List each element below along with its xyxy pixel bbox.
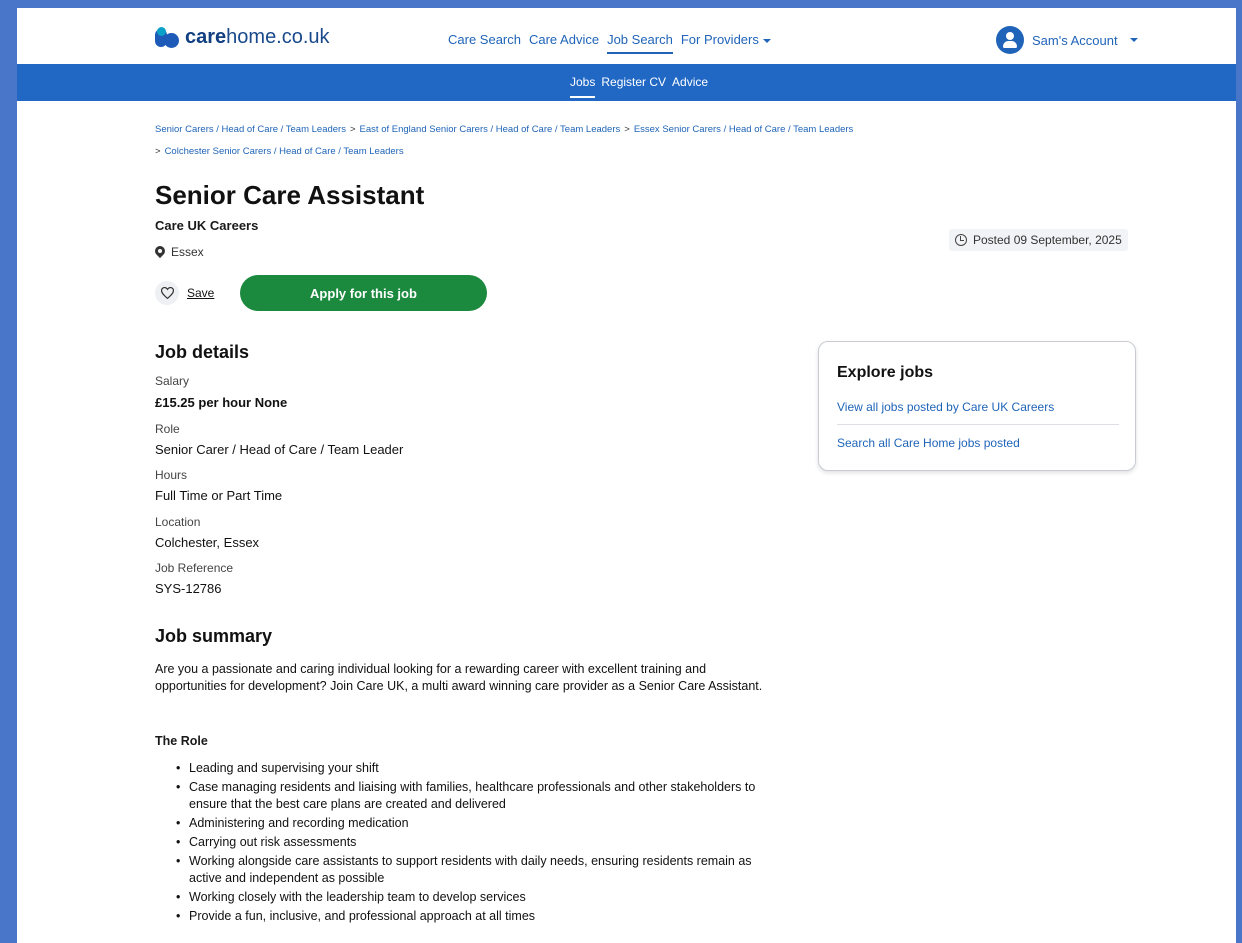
nav-link-for-providers[interactable]: For Providers xyxy=(681,32,771,47)
nav-link-care-advice[interactable]: Care Advice xyxy=(529,32,599,47)
job-location-text: Essex xyxy=(171,245,204,259)
list-item: Working alongside care assistants to sup… xyxy=(176,853,776,887)
hours-value: Full Time or Part Time xyxy=(155,488,283,503)
subnav-link-register-cv[interactable]: Register CV xyxy=(601,75,666,89)
hours-label: Hours xyxy=(155,468,188,482)
list-item: Administering and recording medication xyxy=(176,815,776,832)
role-subheading: The Role xyxy=(155,734,208,748)
posted-date-badge: Posted 09 September, 2025 xyxy=(949,229,1128,251)
posted-date-text: Posted 09 September, 2025 xyxy=(973,233,1122,247)
map-pin-icon xyxy=(155,246,165,259)
job-location: Essex xyxy=(155,245,204,259)
job-reference-label: Job Reference xyxy=(155,561,234,575)
explore-jobs-title: Explore jobs xyxy=(837,364,934,381)
save-job-button[interactable]: Save xyxy=(155,281,214,305)
company-name: Care UK Careers xyxy=(155,218,259,233)
for-providers-label: For Providers xyxy=(680,32,759,47)
page-frame: carehome.co.uk Care Search Care Advice J… xyxy=(17,8,1236,943)
location-label: Location xyxy=(155,515,201,529)
nav-link-care-search[interactable]: Care Search xyxy=(448,32,521,47)
top-navigation: carehome.co.uk Care Search Care Advice J… xyxy=(17,8,1236,64)
account-label: Sam's Account xyxy=(1032,32,1118,48)
sub-navigation: Jobs Register CV Advice xyxy=(17,64,1236,101)
save-label: Save xyxy=(187,286,215,300)
divider xyxy=(837,424,1119,425)
list-item: Provide a fun, inclusive, and profession… xyxy=(176,908,776,925)
list-item: Carrying out risk assessments xyxy=(176,834,776,851)
heart-icon xyxy=(155,281,179,305)
apply-button[interactable]: Apply for this job xyxy=(240,275,487,311)
logo-text-rest: home.co.uk xyxy=(226,26,330,48)
role-label: Role xyxy=(155,422,180,436)
chevron-down-icon xyxy=(762,38,771,43)
search-all-jobs-link[interactable]: Search all Care Home jobs posted xyxy=(837,436,1020,450)
breadcrumb-link[interactable]: Colchester Senior Carers / Head of Care … xyxy=(165,146,404,157)
subnav-link-jobs[interactable]: Jobs xyxy=(570,75,596,98)
location-value: Colchester, Essex xyxy=(155,535,260,550)
user-avatar-icon xyxy=(996,26,1024,54)
list-item: Leading and supervising your shift xyxy=(176,760,776,777)
chevron-down-icon xyxy=(1129,38,1138,42)
role-responsibilities-list: Leading and supervising your shift Case … xyxy=(176,760,776,927)
breadcrumb-link[interactable]: Senior Carers / Head of Care / Team Lead… xyxy=(155,124,346,135)
breadcrumb: Senior Carers / Head of Care / Team Lead… xyxy=(155,119,1055,163)
job-title: Senior Care Assistant xyxy=(155,180,425,210)
logo-text-care: care xyxy=(185,26,227,48)
job-reference-value: SYS-12786 xyxy=(155,581,222,596)
logo-mark-icon xyxy=(155,26,181,49)
job-summary-text: Are you a passionate and caring individu… xyxy=(155,662,763,693)
role-value: Senior Carer / Head of Care / Team Leade… xyxy=(155,442,404,457)
account-menu[interactable]: Sam's Account xyxy=(996,26,1138,54)
breadcrumb-separator-icon: > xyxy=(624,124,630,135)
breadcrumb-link[interactable]: East of England Senior Carers / Head of … xyxy=(360,124,621,135)
salary-label: Salary xyxy=(155,374,190,388)
view-company-jobs-link[interactable]: View all jobs posted by Care UK Careers xyxy=(837,400,1054,414)
salary-value: £15.25 per hour None xyxy=(155,395,288,410)
clock-icon xyxy=(955,234,967,246)
job-summary-heading: Job summary xyxy=(155,626,273,646)
site-logo[interactable]: carehome.co.uk xyxy=(155,26,330,49)
explore-jobs-card: Explore jobs View all jobs posted by Car… xyxy=(818,341,1136,471)
breadcrumb-separator-icon: > xyxy=(349,124,356,135)
list-item: Working closely with the leadership team… xyxy=(176,889,776,906)
subnav-link-advice[interactable]: Advice xyxy=(672,75,708,89)
job-details-heading: Job details xyxy=(155,342,250,362)
breadcrumb-link[interactable]: Essex Senior Carers / Head of Care / Tea… xyxy=(634,124,853,135)
nav-link-job-search[interactable]: Job Search xyxy=(607,32,673,54)
list-item: Case managing residents and liaising wit… xyxy=(176,779,776,813)
breadcrumb-separator-icon: > xyxy=(155,146,161,157)
main-nav-links: Care Search Care Advice Job Search For P… xyxy=(448,32,771,54)
